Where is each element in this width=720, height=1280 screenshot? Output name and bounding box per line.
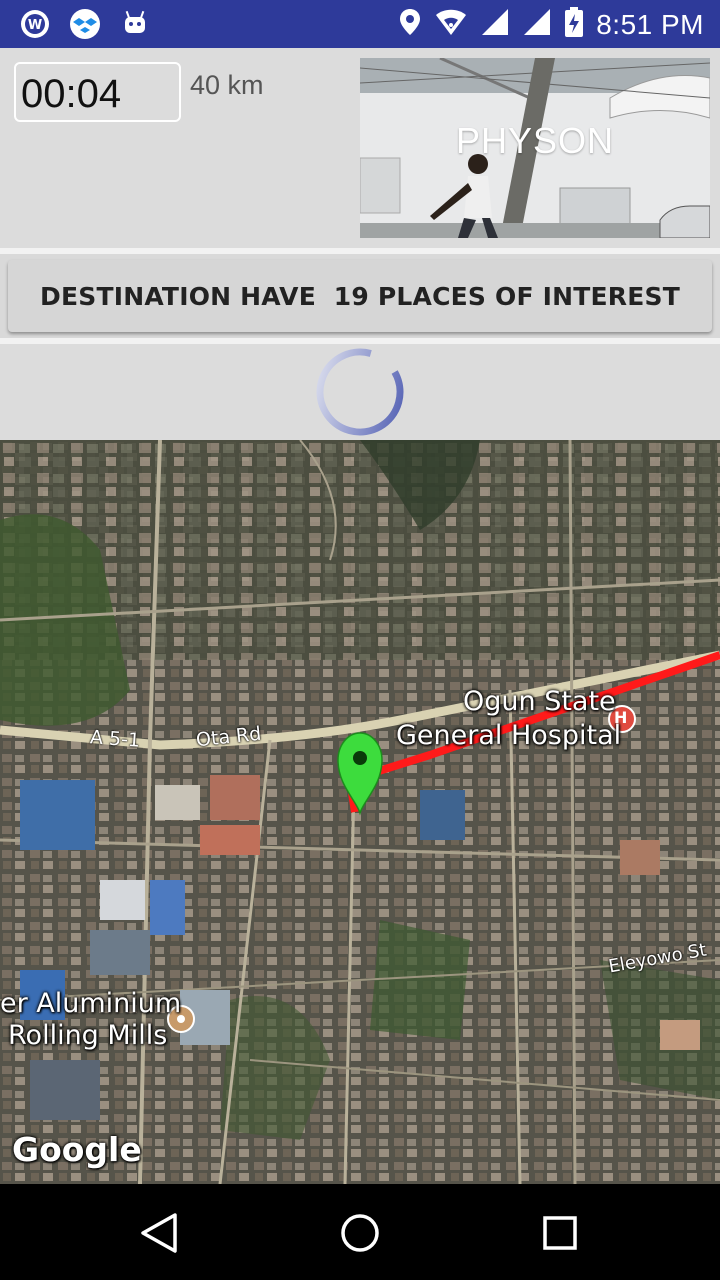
- dropbox-icon: [68, 8, 102, 40]
- location-icon: [398, 7, 422, 42]
- aluminium-label-line1[interactable]: er Aluminium: [0, 988, 181, 1019]
- back-button[interactable]: [134, 1208, 184, 1258]
- signal-icon: [480, 7, 510, 42]
- recents-icon: [543, 1216, 577, 1250]
- google-logo: Google: [12, 1130, 142, 1169]
- map-view[interactable]: Ogun State General Hospital H A 5-1 Ota …: [0, 440, 720, 1184]
- road-label-a51: A 5-1: [89, 726, 141, 752]
- photo-caption: PHYSON: [455, 120, 615, 161]
- recents-button[interactable]: [535, 1208, 585, 1258]
- timer-value: 00:04: [21, 72, 122, 116]
- whatsapp-icon: W: [18, 8, 52, 40]
- hospital-label-line2[interactable]: General Hospital: [396, 720, 621, 751]
- svg-text:W: W: [28, 18, 42, 33]
- aluminium-label-line2[interactable]: Rolling Mills: [8, 1020, 167, 1051]
- loading-spinner-icon: [316, 348, 404, 436]
- home-button[interactable]: [335, 1208, 385, 1258]
- distance-value: 40 km: [190, 70, 264, 100]
- back-icon: [141, 1213, 177, 1253]
- destination-photo[interactable]: PHYSON: [360, 58, 710, 238]
- satellite-map: [0, 440, 720, 1184]
- clock: 8:51 PM: [596, 8, 704, 40]
- wifi-icon: [434, 7, 468, 42]
- home-icon: [341, 1214, 379, 1252]
- top-panel: 00:04 40 km PHYSON: [0, 48, 720, 248]
- navigation-bar: [0, 1184, 720, 1280]
- timer-field: 00:04: [14, 62, 181, 122]
- hospital-icon[interactable]: H: [614, 708, 627, 727]
- status-bar: W 8:51 PM: [0, 0, 720, 48]
- divider: [0, 248, 720, 254]
- android-icon: [118, 8, 152, 40]
- destination-places-button[interactable]: DESTINATION HAVE 19 PLACES OF INTEREST: [8, 260, 712, 332]
- loading-area: [0, 344, 720, 440]
- destination-places-label: DESTINATION HAVE 19 PLACES OF INTEREST: [40, 281, 680, 311]
- battery-charging-icon: [564, 6, 584, 43]
- hospital-label-line1[interactable]: Ogun State: [463, 686, 616, 717]
- signal-icon: [522, 7, 552, 42]
